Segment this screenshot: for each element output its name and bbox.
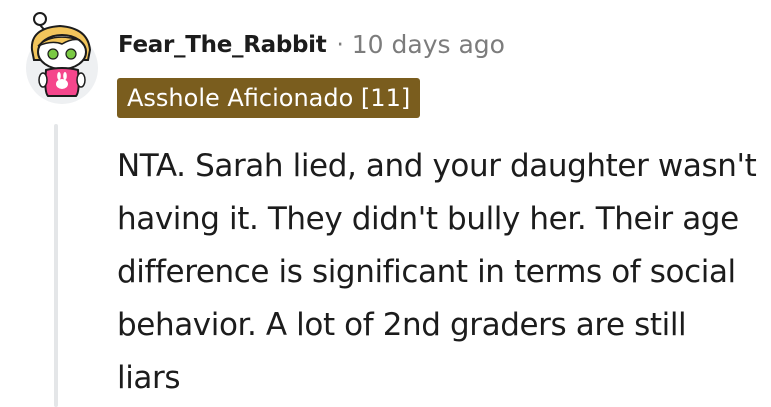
comment: Fear_The_Rabbit · 10 days ago Asshole Af…	[0, 0, 771, 407]
snoo-avatar-icon	[26, 12, 98, 104]
user-flair-badge: Asshole Aficionado [11]	[117, 78, 421, 118]
meta-separator: ·	[336, 31, 344, 58]
comment-timestamp[interactable]: 10 days ago	[352, 30, 505, 59]
comment-header: Fear_The_Rabbit · 10 days ago	[118, 30, 505, 59]
comment-body: NTA. Sarah lied, and your daughter wasn'…	[117, 148, 757, 396]
username-link[interactable]: Fear_The_Rabbit	[118, 32, 327, 58]
thread-collapse-line[interactable]	[54, 124, 58, 407]
user-avatar[interactable]	[22, 10, 102, 105]
